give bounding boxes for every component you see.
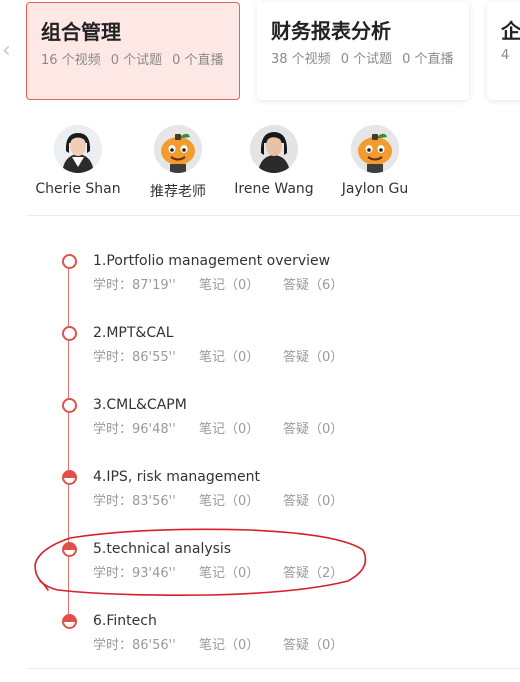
lesson-item[interactable]: 4.IPS, risk management 学时：83'56'' 笔记（0） 答疑… (0, 432, 520, 509)
progress-dot-half-icon (62, 614, 77, 629)
teacher-name: 推荐老师 (150, 184, 206, 200)
lesson-title: 4.IPS, risk management (93, 469, 260, 485)
teacher-irene-wang[interactable]: Irene Wang (224, 125, 324, 197)
course-title: 企 (501, 19, 520, 43)
course-title: 组合管理 (41, 20, 121, 44)
video-count: 4 (501, 48, 510, 63)
lesson-notes: 笔记（0） (199, 638, 260, 653)
progress-dot-icon (62, 326, 77, 341)
lesson-item[interactable]: 1.Portfolio management overview 学时：87'19… (0, 216, 520, 293)
teacher-cherie-shan[interactable]: Cherie Shan (28, 125, 128, 197)
lesson-qa: 答疑（0） (283, 638, 344, 653)
avatar (54, 125, 102, 173)
teacher-recommended[interactable]: 推荐老师 (128, 125, 228, 201)
teacher-name: Jaylon Gu (341, 181, 409, 197)
lesson-title: 1.Portfolio management overview (93, 253, 331, 269)
divider (26, 668, 520, 669)
avatar (351, 125, 399, 173)
course-title: 财务报表分析 (271, 19, 391, 43)
lesson-title: 3.CML&CAPM (93, 397, 187, 413)
lesson-item[interactable]: 5.technical analysis 学时：93'46'' 笔记（0） 答疑（2… (0, 504, 520, 581)
teacher-list: Cherie Shan 推荐老师 Irene Wang Jaylon Gu (26, 125, 520, 216)
course-stats: 4 (501, 48, 520, 63)
progress-dot-half-icon (62, 542, 77, 557)
lesson-title: 2.MPT&CAL (93, 325, 174, 341)
course-carousel: ‹ 组合管理 16 个视频 0 个试题 0 个直播 财务报表分析 38 个视频 0 个… (0, 0, 520, 110)
lesson-title: 6.Fintech (93, 613, 157, 629)
quiz-count: 0 个试题 (340, 52, 393, 67)
teacher-name: Irene Wang (234, 181, 314, 197)
progress-dot-icon (62, 254, 77, 269)
course-stats: 16 个视频 0 个试题 0 个直播 (41, 49, 239, 68)
video-count: 16 个视频 (41, 53, 101, 68)
lesson-timeline: 1.Portfolio management overview 学时：87'19… (0, 216, 520, 666)
course-card-financial-statements[interactable]: 财务报表分析 38 个视频 0 个试题 0 个直播 (257, 2, 469, 100)
live-count: 0 个直播 (172, 53, 224, 68)
avatar (250, 125, 298, 173)
course-card-partial[interactable]: 企 4 (487, 2, 520, 100)
avatar (154, 125, 202, 173)
progress-dot-icon (62, 398, 77, 413)
lesson-item[interactable]: 6.Fintech 学时：86'56'' 笔记（0） 答疑（0） (0, 576, 520, 653)
teacher-name: Cherie Shan (35, 181, 121, 197)
lesson-item[interactable]: 3.CML&CAPM 学时：96'48'' 笔记（0） 答疑（0） (0, 360, 520, 437)
teacher-jaylon-gu[interactable]: Jaylon Gu (325, 125, 425, 197)
lesson-duration: 学时：86'56'' (93, 638, 176, 653)
lesson-item[interactable]: 2.MPT&CAL 学时：86'55'' 笔记（0） 答疑（0） (0, 288, 520, 365)
chevron-left-icon[interactable]: ‹ (2, 40, 11, 62)
lesson-meta: 学时：86'56'' 笔记（0） 答疑（0） (93, 634, 343, 653)
course-card-portfolio[interactable]: 组合管理 16 个视频 0 个试题 0 个直播 (26, 2, 240, 100)
course-stats: 38 个视频 0 个试题 0 个直播 (271, 48, 469, 67)
video-count: 38 个视频 (271, 52, 331, 67)
lesson-title: 5.technical analysis (93, 541, 232, 557)
live-count: 0 个直播 (402, 52, 454, 67)
progress-dot-half-icon (62, 470, 77, 485)
quiz-count: 0 个试题 (110, 53, 163, 68)
